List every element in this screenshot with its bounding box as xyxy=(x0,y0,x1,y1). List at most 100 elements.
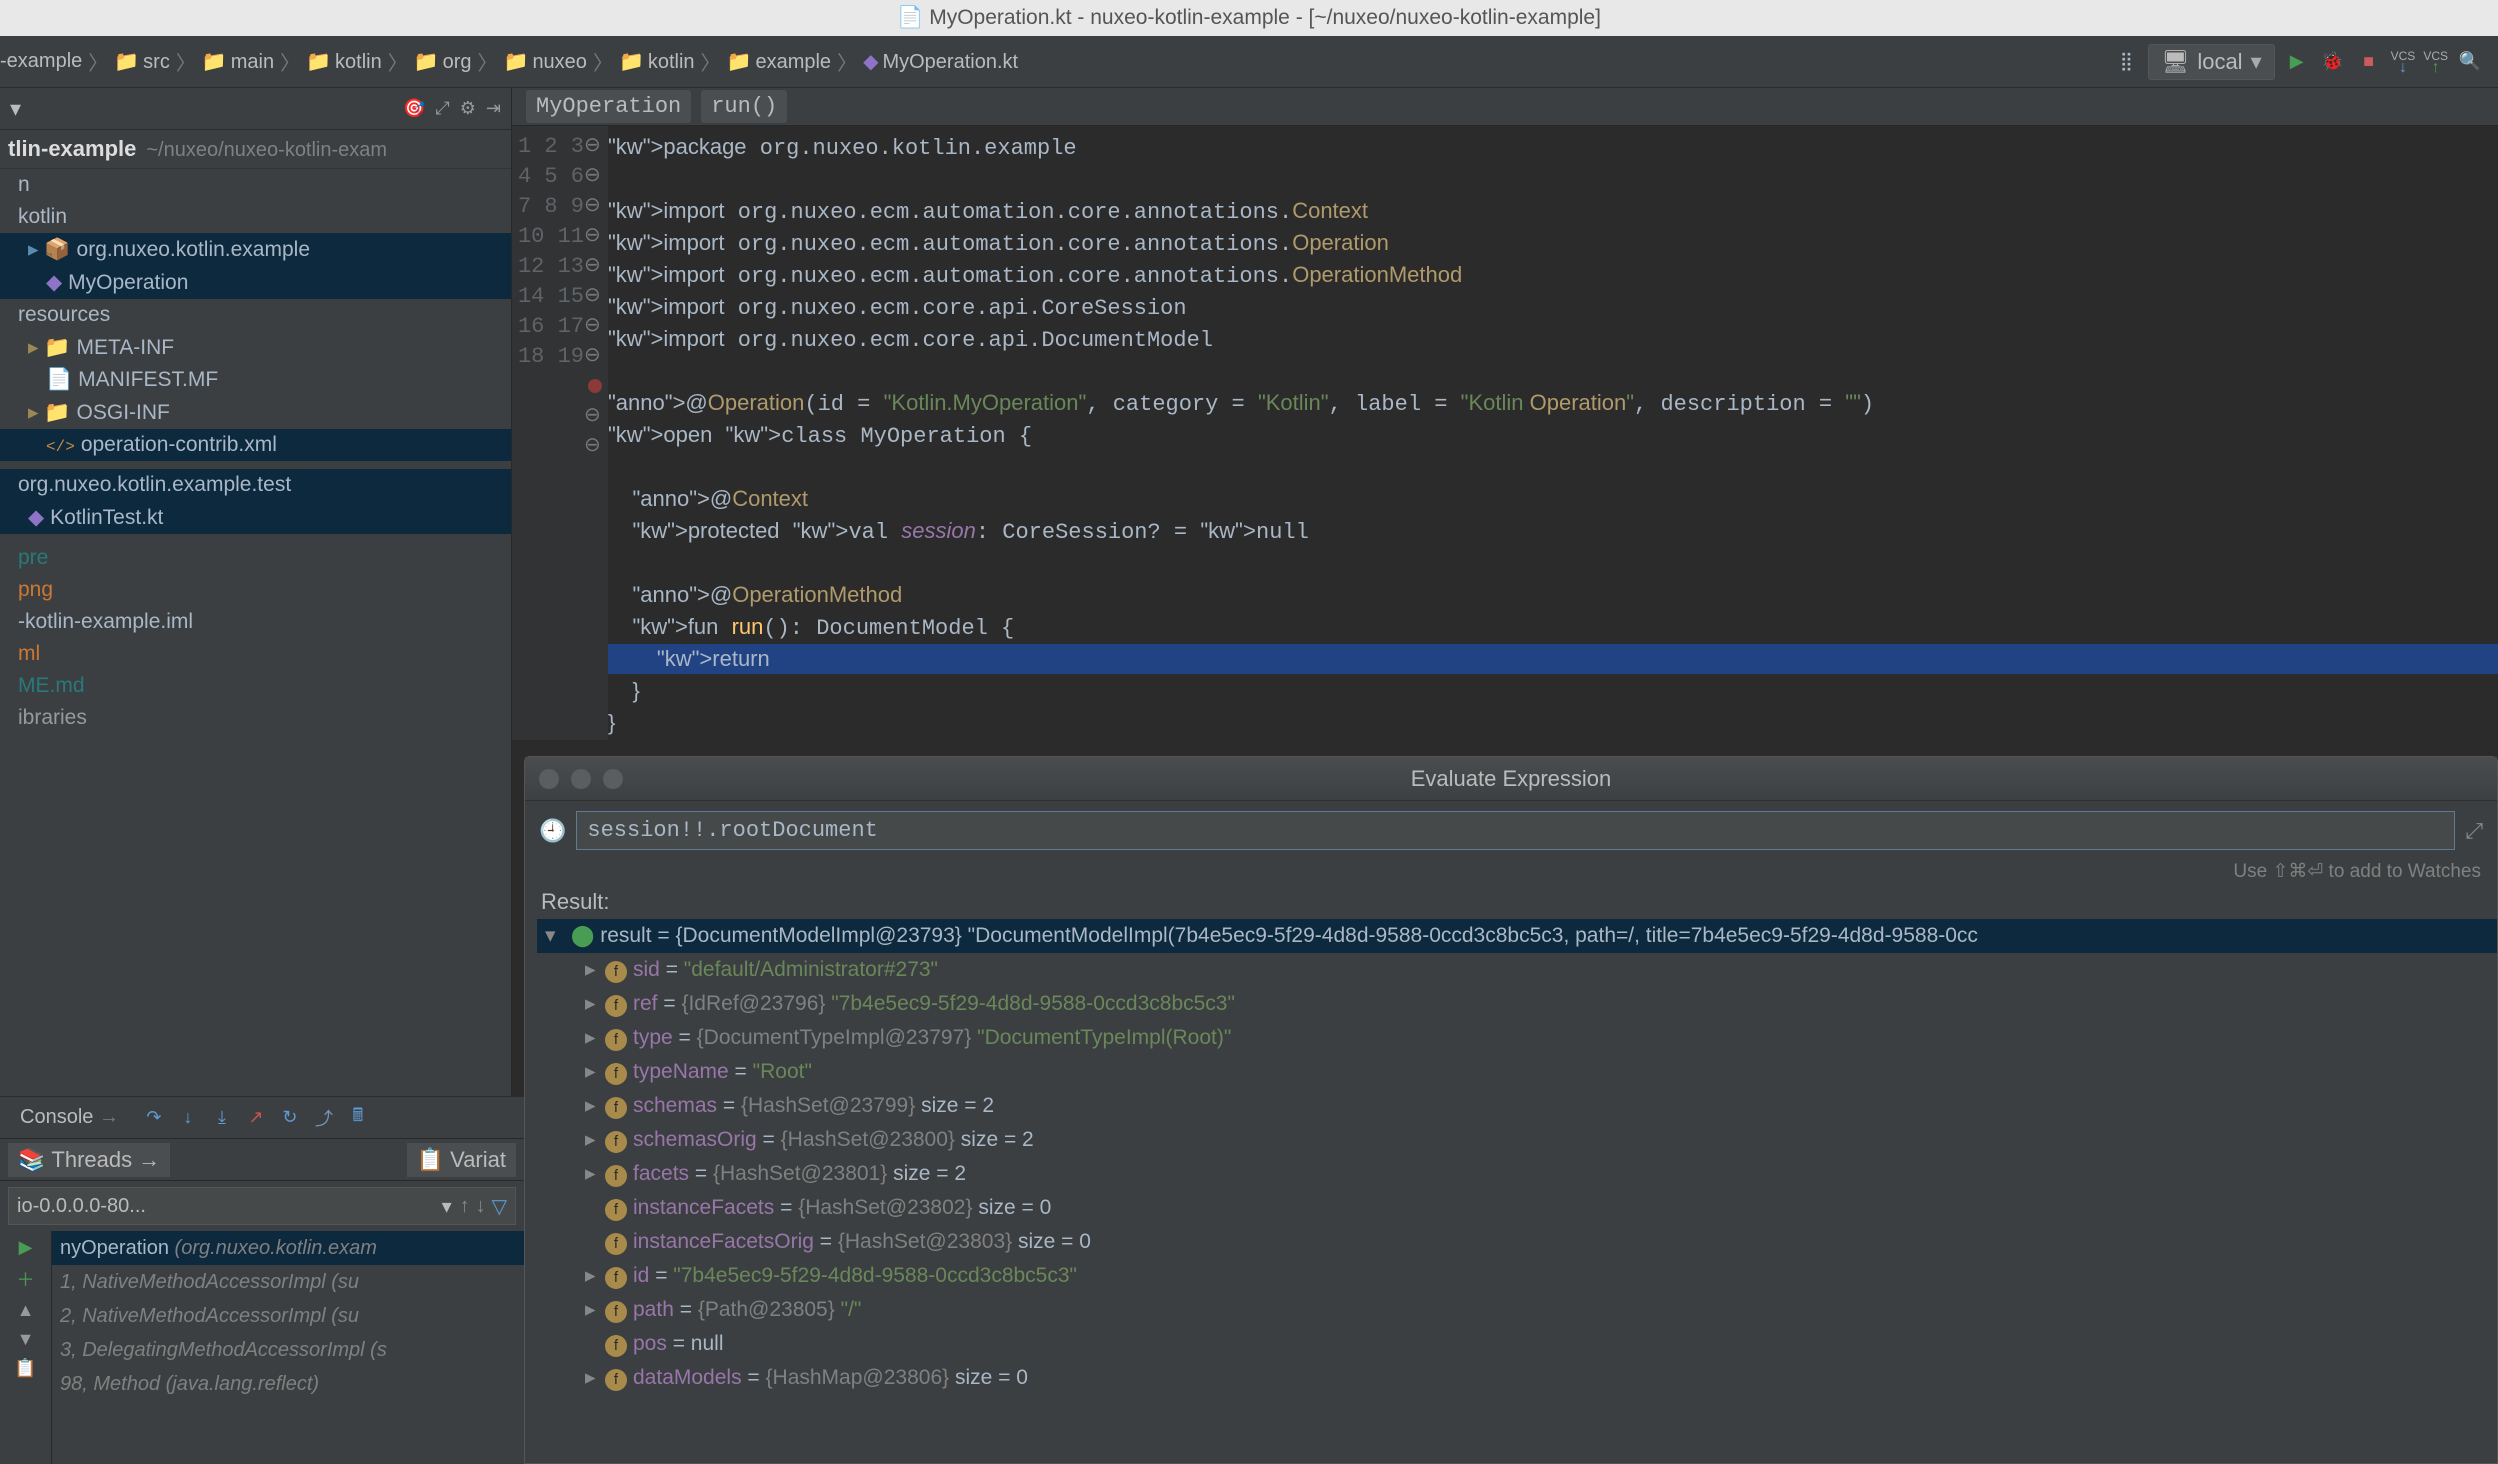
tree-node[interactable]: META-INF xyxy=(0,331,511,364)
result-tree[interactable]: ⬤ result = {DocumentModelImpl@23793} "Do… xyxy=(525,919,2497,1463)
run-icon[interactable]: ▶ xyxy=(2283,48,2311,76)
field-icon: f xyxy=(605,1199,627,1221)
folder-i xyxy=(28,401,77,424)
tree-node[interactable] xyxy=(0,534,511,542)
result-field[interactable]: fref = {IdRef@23796} "7b4e5ec9-5f29-4d8d… xyxy=(537,987,2497,1021)
vcs-update-icon[interactable]: VCS↓ xyxy=(2391,50,2416,74)
tree-node[interactable]: png xyxy=(0,574,511,606)
editorconfig-icon[interactable]: ⣿ xyxy=(2112,48,2140,76)
variables-tab[interactable]: 📋 Variat xyxy=(407,1143,516,1177)
tree-node[interactable]: MyOperation xyxy=(0,266,511,299)
breadcrumb-item[interactable]: kotlin xyxy=(306,49,382,74)
tree-node[interactable]: -kotlin-example.iml xyxy=(0,606,511,638)
tree-node[interactable]: ME.md xyxy=(0,670,511,702)
scroll-from-source-icon[interactable]: 🎯 xyxy=(403,98,425,119)
history-icon[interactable]: 🕘 xyxy=(539,818,566,844)
tree-node[interactable]: KotlinTest.kt xyxy=(0,501,511,534)
breadcrumb-item[interactable]: main xyxy=(202,49,274,74)
result-label: Result: xyxy=(525,889,2497,919)
stop-icon[interactable]: ■ xyxy=(2355,48,2383,76)
tree-node[interactable]: resources xyxy=(0,299,511,331)
run-config-selector[interactable]: 🖥 local ▾ xyxy=(2148,44,2274,80)
result-field[interactable]: fid = "7b4e5ec9-5f29-4d8d-9588-0ccd3c8bc… xyxy=(537,1259,2497,1293)
gutter-marks[interactable]: ⊖ ⊖ ⊖ ⊖ ⊖ ⊖ ⊖ ⊖ ⊖ ⊖ xyxy=(584,126,608,740)
kt-i xyxy=(46,271,68,294)
line-gutter[interactable]: 1 2 3 4 5 6 7 8 9 10 11 12 13 14 15 16 1… xyxy=(512,126,584,740)
result-field[interactable]: fpos = null xyxy=(537,1327,2497,1361)
tree-node[interactable]: operation-contrib.xml xyxy=(0,429,511,461)
result-root[interactable]: ⬤ result = {DocumentModelImpl@23793} "Do… xyxy=(537,919,2497,953)
breadcrumb-item[interactable]: -example xyxy=(0,50,82,73)
vcs-commit-icon[interactable]: VCS↑ xyxy=(2423,50,2448,74)
breadcrumb-item[interactable]: org xyxy=(414,49,472,74)
force-step-into-icon[interactable]: ⤓ xyxy=(209,1105,235,1131)
step-over-icon[interactable]: ↷ xyxy=(141,1105,167,1131)
result-field[interactable]: finstanceFacets = {HashSet@23802} size =… xyxy=(537,1191,2497,1225)
tree-node[interactable]: ml xyxy=(0,638,511,670)
expression-input[interactable] xyxy=(576,811,2455,850)
frames-thread-selector[interactable]: io-0.0.0.0-80...▾ ↑ ↓ ▽ xyxy=(8,1187,516,1225)
result-field[interactable]: fschemas = {HashSet@23799} size = 2 xyxy=(537,1089,2497,1123)
tree-node[interactable] xyxy=(0,461,511,469)
field-icon: f xyxy=(605,1097,627,1119)
console-tab[interactable]: Console xyxy=(8,1102,131,1133)
result-field[interactable]: fsid = "default/Administrator#273" xyxy=(537,953,2497,987)
result-field[interactable]: fdataModels = {HashMap@23806} size = 0 xyxy=(537,1361,2497,1395)
drop-frame-icon[interactable]: ⤴ xyxy=(311,1105,337,1131)
stack-frame[interactable]: 3, DelegatingMethodAccessorImpl (s xyxy=(52,1333,524,1367)
evaluate-icon[interactable]: 🖩 xyxy=(345,1105,371,1131)
result-field[interactable]: ffacets = {HashSet@23801} size = 2 xyxy=(537,1157,2497,1191)
result-field[interactable]: fschemasOrig = {HashSet@23800} size = 2 xyxy=(537,1123,2497,1157)
mf-i xyxy=(46,368,78,391)
member-class[interactable]: MyOperation xyxy=(526,90,691,123)
resume-icon[interactable]: ▶ xyxy=(19,1237,33,1258)
member-function[interactable]: run() xyxy=(701,90,787,123)
watch-hint: Use ⇧⌘⏎ to add to Watches xyxy=(525,860,2497,889)
code-editor[interactable]: "kw">package org.nuxeo.kotlin.example "k… xyxy=(608,126,2498,740)
window-controls[interactable] xyxy=(539,769,623,789)
clipboard-icon[interactable]: 📋 xyxy=(14,1358,36,1379)
threads-selector[interactable]: 📚 Threads→ xyxy=(8,1143,170,1177)
hide-icon[interactable]: ⇥ xyxy=(486,98,501,119)
expand-icon[interactable]: ⤢ xyxy=(2465,818,2483,844)
stack-frame[interactable]: 1, NativeMethodAccessorImpl (su xyxy=(52,1265,524,1299)
breadcrumb-item[interactable]: example xyxy=(727,49,832,74)
result-field[interactable]: ftype = {DocumentTypeImpl@23797} "Docume… xyxy=(537,1021,2497,1055)
config-icon: 🖥 xyxy=(2161,49,2189,75)
up-icon[interactable]: ▲ xyxy=(17,1300,35,1321)
debug-icon[interactable]: 🐞 xyxy=(2319,48,2347,76)
field-icon: f xyxy=(605,1165,627,1187)
tree-node[interactable]: kotlin xyxy=(0,201,511,233)
collapse-icon[interactable]: ⤢ xyxy=(435,98,449,119)
tree-node[interactable]: pre xyxy=(0,542,511,574)
breadcrumb-item[interactable]: kotlin xyxy=(619,49,695,74)
project-view-chevron-icon[interactable]: ▾ xyxy=(10,96,21,122)
down-icon[interactable]: ▼ xyxy=(17,1329,35,1350)
stack-frame[interactable]: 2, NativeMethodAccessorImpl (su xyxy=(52,1299,524,1333)
run-to-cursor-icon[interactable]: ↻ xyxy=(277,1105,303,1131)
step-into-icon[interactable]: ↓ xyxy=(175,1105,201,1131)
variables-icon: 📋 xyxy=(417,1147,444,1172)
tree-node[interactable]: n xyxy=(0,169,511,201)
field-icon: f xyxy=(605,1369,627,1391)
tree-node[interactable]: org.nuxeo.kotlin.example xyxy=(0,233,511,266)
breadcrumb-item[interactable]: src xyxy=(114,49,170,74)
breadcrumb[interactable]: -example〉src〉main〉kotlin〉org〉nuxeo〉kotli… xyxy=(0,47,2112,76)
frames-list[interactable]: nyOperation (org.nuxeo.kotlin.exam1, Nat… xyxy=(52,1231,524,1464)
stack-frame[interactable]: nyOperation (org.nuxeo.kotlin.exam xyxy=(52,1231,524,1265)
breadcrumb-item[interactable]: MyOperation.kt xyxy=(863,49,1018,74)
result-field[interactable]: finstanceFacetsOrig = {HashSet@23803} si… xyxy=(537,1225,2497,1259)
project-root[interactable]: tlin-example ~/nuxeo/nuxeo-kotlin-exam xyxy=(0,130,511,169)
tree-node[interactable]: ibraries xyxy=(0,702,511,734)
result-field[interactable]: ftypeName = "Root" xyxy=(537,1055,2497,1089)
result-field[interactable]: fpath = {Path@23805} "/" xyxy=(537,1293,2497,1327)
tree-node[interactable]: org.nuxeo.kotlin.example.test xyxy=(0,469,511,501)
step-out-icon[interactable]: ↗ xyxy=(243,1105,269,1131)
search-icon[interactable]: 🔍 xyxy=(2456,48,2484,76)
stack-frame[interactable]: 98, Method (java.lang.reflect) xyxy=(52,1367,524,1401)
new-watch-icon[interactable]: ＋ xyxy=(17,1266,35,1292)
tree-node[interactable]: OSGI-INF xyxy=(0,396,511,429)
breadcrumb-item[interactable]: nuxeo xyxy=(504,49,587,74)
gear-icon[interactable]: ⚙ xyxy=(460,98,476,119)
tree-node[interactable]: MANIFEST.MF xyxy=(0,364,511,396)
